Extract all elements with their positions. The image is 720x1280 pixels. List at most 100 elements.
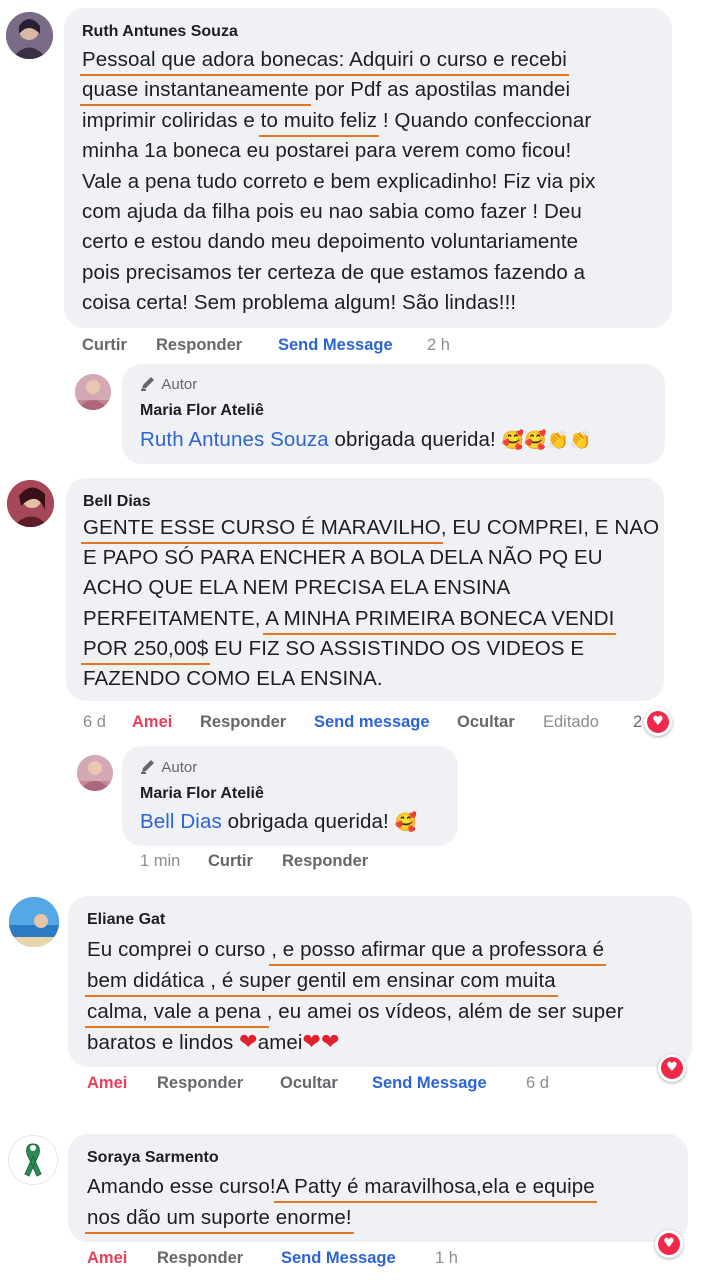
comment-line: E PAPO SÓ PARA ENCHER A BOLA DELA NÃO PQ… (83, 546, 603, 570)
avatar[interactable] (8, 1135, 58, 1185)
avatar[interactable] (75, 374, 111, 410)
reply-button[interactable]: Responder (157, 1074, 243, 1093)
avatar-photo (9, 897, 59, 947)
comment-line: bem didática , é super gentil em ensinar… (87, 969, 556, 993)
reply-button[interactable]: Responder (156, 336, 242, 355)
heart-emoji: ❤ (239, 1030, 258, 1056)
love-button[interactable]: Amei (87, 1074, 127, 1093)
highlighted-text: to muito feliz (260, 108, 378, 132)
send-message-button[interactable]: Send Message (278, 336, 393, 355)
love-button[interactable]: Amei (87, 1249, 127, 1268)
heart-emoji: ❤❤ (302, 1030, 340, 1056)
text-segment: ACHO QUE ELA NEM PRECISA ELA ENSINA (83, 576, 511, 600)
text-segment: por Pdf as apostilas mandei (308, 78, 571, 102)
comment-line: baratos e lindos ❤amei❤❤ (87, 1030, 340, 1055)
comment-line: POR 250,00$ EU FIZ SO ASSISTINDO OS VIDE… (83, 637, 584, 661)
highlighted-text: nos dão um suporte enorme! (87, 1206, 352, 1229)
reaction-count[interactable]: 2 (633, 713, 642, 732)
comment-author[interactable]: Eliane Gat (87, 911, 165, 929)
highlighted-text: Pessoal que adora bonecas: Adquiri o cur… (82, 48, 567, 71)
text-segment: pois precisamos ter certeza de que estam… (82, 260, 586, 284)
hide-button[interactable]: Ocultar (457, 713, 515, 732)
reply-button[interactable]: Responder (200, 713, 286, 732)
avatar[interactable] (77, 755, 113, 791)
comment-author[interactable]: Soraya Sarmento (87, 1149, 219, 1167)
comment-line: calma, vale a pena , eu amei os vídeos, … (87, 1000, 624, 1024)
comment-author[interactable]: Bell Dias (83, 493, 151, 511)
comment-line: Amando esse curso!A Patty é maravilhosa,… (87, 1175, 595, 1199)
hide-button[interactable]: Ocultar (280, 1074, 338, 1093)
avatar[interactable] (7, 480, 54, 527)
send-message-button[interactable]: Send message (314, 713, 430, 732)
text-segment: PERFEITAMENTE, (83, 606, 266, 630)
emoji-group: 🥰 (394, 812, 418, 833)
like-button[interactable]: Curtir (82, 336, 127, 355)
comment-line: Pessoal que adora bonecas: Adquiri o cur… (82, 48, 567, 72)
avatar[interactable] (9, 897, 59, 947)
comment-author[interactable]: Ruth Antunes Souza (82, 23, 238, 41)
avatar[interactable] (6, 12, 53, 59)
edited-label: Editado (543, 713, 599, 731)
text-segment: Vale a pena tudo correto e bem explicadi… (82, 169, 596, 193)
timestamp[interactable]: 6 d (526, 1074, 549, 1093)
text-segment: E PAPO SÓ PARA ENCHER A BOLA DELA NÃO PQ… (83, 546, 603, 570)
author-badge: Autor (140, 375, 197, 393)
comment-line: Vale a pena tudo correto e bem explicadi… (82, 170, 595, 194)
text-segment: , eu amei os vídeos, além de ser super (266, 999, 624, 1023)
mention-link[interactable]: Bell Dias (140, 810, 222, 833)
comment-line: quase instantaneamente por Pdf as aposti… (82, 78, 570, 102)
reply-button[interactable]: Responder (282, 852, 368, 871)
timestamp[interactable]: 1 min (140, 852, 180, 871)
comment-line: pois precisamos ter certeza de que estam… (82, 261, 585, 285)
text-segment: coisa certa! Sem problema algum! São lin… (82, 291, 517, 315)
timestamp[interactable]: 2 h (427, 336, 450, 355)
like-button[interactable]: Curtir (208, 852, 253, 871)
comment-line: GENTE ESSE CURSO É MARAVILHO, EU COMPREI… (83, 516, 659, 540)
comment-line: imprimir coliridas e to muito feliz ! Qu… (82, 109, 591, 133)
heart-icon: ♥ (658, 1233, 680, 1255)
text-segment: ! Quando confeccionar (377, 108, 592, 132)
reply-text-body: obrigada querida! (221, 810, 395, 833)
reply-author[interactable]: Maria Flor Ateliê (140, 402, 264, 420)
text-segment: baratos e lindos (87, 1031, 240, 1055)
text-segment: EU FIZ SO ASSISTINDO OS VIDEOS E (208, 636, 585, 660)
text-segment: amei (257, 1031, 303, 1055)
reply-text: Bell Dias obrigada querida! 🥰 (140, 810, 417, 834)
highlighted-text: A Patty é maravilhosa,ela e equipe (275, 1175, 595, 1198)
highlighted-text: bem didática , é super gentil em ensinar… (87, 968, 556, 992)
emoji-group: 🥰🥰👏👏 (501, 430, 592, 451)
text-segment: Eu comprei o curso (87, 938, 272, 961)
highlighted-text: A MINHA PRIMEIRA BONECA VENDI (265, 606, 615, 630)
reply-author[interactable]: Maria Flor Ateliê (140, 785, 264, 803)
comment-line: com ajuda da filha pois eu nao sabia com… (82, 200, 582, 224)
comment-line: ACHO QUE ELA NEM PRECISA ELA ENSINA (83, 576, 510, 600)
heart-icon: ♥ (661, 1057, 683, 1079)
timestamp[interactable]: 1 h (435, 1249, 458, 1268)
avatar-photo (75, 374, 111, 410)
comment-line: minha 1a boneca eu postarei para verem c… (82, 139, 571, 163)
comment-line: certo e estou dando meu depoimento volun… (82, 230, 578, 254)
send-message-button[interactable]: Send Message (281, 1249, 396, 1268)
mention-link[interactable]: Ruth Antunes Souza (140, 428, 329, 451)
text-segment: certo e estou dando meu depoimento volun… (82, 230, 579, 254)
love-button[interactable]: Amei (132, 713, 172, 732)
timestamp[interactable]: 6 d (83, 713, 106, 732)
text-segment: minha 1a boneca eu postarei para verem c… (82, 139, 572, 163)
text-segment: com ajuda da filha pois eu nao sabia com… (82, 200, 582, 223)
text-segment: , EU COMPREI, E NAO (440, 516, 660, 539)
text-segment: FAZENDO COMO ELA ENSINA. (83, 667, 383, 690)
author-badge-label: Autor (161, 759, 198, 776)
heart-icon: ♥ (647, 711, 669, 733)
pencil-icon (141, 760, 154, 774)
send-message-button[interactable]: Send Message (372, 1074, 487, 1093)
avatar-photo (6, 12, 53, 59)
reaction-badge[interactable]: ♥ (655, 1230, 683, 1258)
author-badge: Autor (140, 758, 197, 776)
author-badge-label: Autor (161, 376, 198, 393)
highlighted-text: GENTE ESSE CURSO É MARAVILHO (83, 516, 441, 539)
reaction-badge[interactable]: ♥ (644, 708, 672, 736)
reaction-badge[interactable]: ♥ (658, 1054, 686, 1082)
reply-button[interactable]: Responder (157, 1249, 243, 1268)
pencil-icon (141, 377, 154, 391)
avatar-photo (9, 1136, 57, 1184)
